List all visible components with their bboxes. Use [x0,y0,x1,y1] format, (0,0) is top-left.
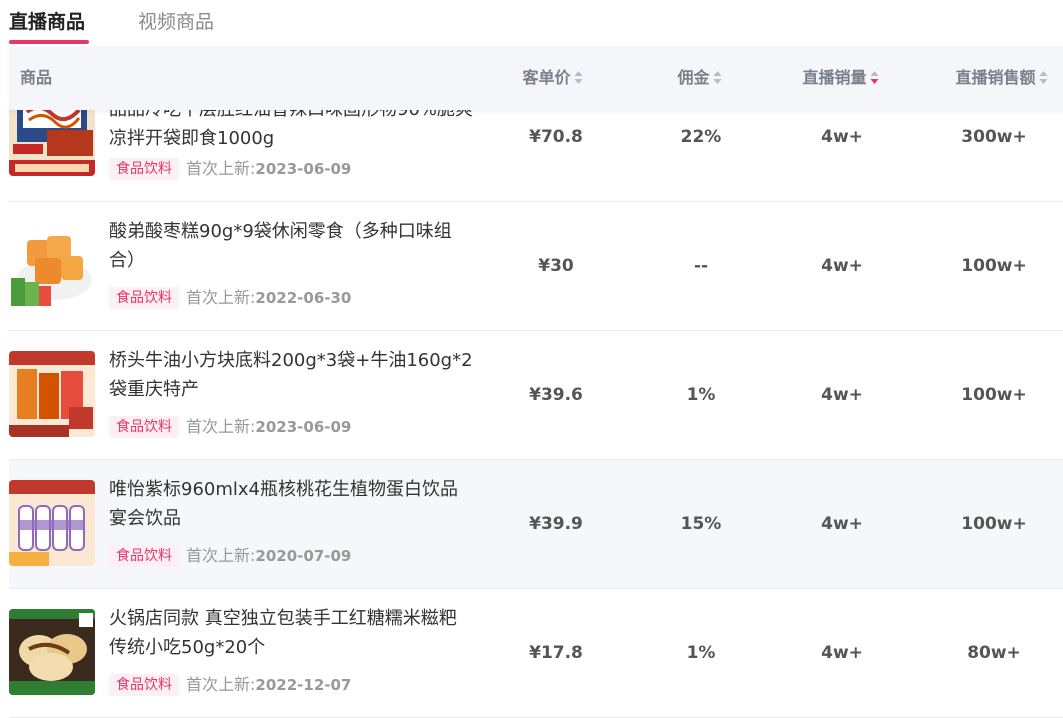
column-header-live-revenue[interactable]: 直播销售额 [955,46,1048,110]
table-row[interactable]: 酸弟酸枣糕90g*9袋休闲零食（多种口味组合） 食品饮料 首次上新:2022-06… [9,202,1063,331]
column-header-label: 佣金 [677,68,710,87]
table-row[interactable]: 火锅店同款 真空独立包装手工红糖糯米糍粑传统小吃50g*20个 食品饮料 首次上新… [9,589,1063,718]
live-revenue: 100w+ [961,385,1027,405]
active-tab-indicator [9,40,89,44]
hotpot-base-product-image[interactable] [9,351,95,437]
table-row[interactable]: 桥头牛油小方块底料200g*3袋+牛油160g*2袋重庆特产 食品饮料 首次上新:… [9,331,1063,460]
column-header-unit-price[interactable]: 客单价 [522,46,583,110]
sort-desc-active-icon[interactable] [870,71,880,85]
first-listed-date: 2022-12-07 [255,676,352,694]
sort-icon[interactable] [713,71,723,85]
first-listed-date: 2023-06-09 [255,418,352,436]
product-meta: 食品饮料 首次上新:2022-06-30 [109,287,351,309]
category-tag: 食品饮料 [109,158,179,180]
live-revenue: 80w+ [967,643,1021,663]
first-listed-label: 首次上新: [186,288,256,307]
column-header-label: 客单价 [522,68,571,87]
column-header-product: 商品 [20,68,53,87]
first-listed-label: 首次上新: [186,546,256,565]
jujube-cake-product-image[interactable] [9,222,95,308]
product-name[interactable]: 火锅店同款 真空独立包装手工红糖糯米糍粑传统小吃50g*20个 [109,604,474,662]
column-header-label: 直播销量 [802,68,867,87]
category-tag: 食品饮料 [109,416,179,438]
live-revenue: 100w+ [961,514,1027,534]
first-listed-date: 2023-06-09 [255,160,352,178]
tab-live-products[interactable]: 直播商品 [9,9,85,35]
category-tag: 食品饮料 [109,545,179,567]
product-name[interactable]: 酸弟酸枣糕90g*9袋休闲零食（多种口味组合） [109,217,474,275]
first-listed-label: 首次上新: [186,159,256,178]
table-header: 商品 客单价 佣金 直播销量 直播销售额 [9,46,1063,110]
unit-price: ¥39.9 [529,514,583,534]
product-name[interactable]: 唯怡紫标960mlx4瓶核桃花生植物蛋白饮品宴会饮品 [109,475,474,533]
product-meta: 食品饮料 首次上新:2022-12-07 [109,674,351,696]
tab-bar: 直播商品 视频商品 [0,0,1063,46]
live-sales: 4w+ [821,385,863,405]
first-listed-label: 首次上新: [186,675,256,694]
first-listed-date: 2022-06-30 [255,289,352,307]
first-listed-date: 2020-07-09 [255,547,352,565]
sort-icon[interactable] [1039,71,1049,85]
column-header-live-sales[interactable]: 直播销量 [802,46,879,110]
product-meta: 食品饮料 首次上新:2023-06-09 [109,416,351,438]
commission: 1% [686,385,716,405]
tab-video-products[interactable]: 视频商品 [138,9,214,35]
live-sales: 4w+ [821,256,863,276]
category-tag: 食品饮料 [109,674,179,696]
commission: 15% [680,514,722,534]
rice-cake-product-image[interactable] [9,609,95,695]
live-sales: 4w+ [821,643,863,663]
walnut-drink-product-image[interactable] [9,480,95,566]
live-revenue: 100w+ [961,256,1027,276]
product-meta: 食品饮料 首次上新:2020-07-09 [109,545,351,567]
first-listed-label: 首次上新: [186,417,256,436]
product-name[interactable]: 桥头牛油小方块底料200g*3袋+牛油160g*2袋重庆特产 [109,346,474,404]
live-sales: 4w+ [821,514,863,534]
commission: 1% [686,643,716,663]
column-header-label: 直播销售额 [955,68,1036,87]
table-row[interactable]: 唯怡紫标960mlx4瓶核桃花生植物蛋白饮品宴会饮品 食品饮料 首次上新:2020… [9,460,1063,589]
commission: -- [693,256,709,276]
unit-price: ¥30 [538,256,574,276]
column-header-commission[interactable]: 佣金 [677,46,722,110]
product-meta: 食品饮料 首次上新:2023-06-09 [109,158,351,180]
sort-icon[interactable] [574,71,584,85]
unit-price: ¥17.8 [529,643,583,663]
category-tag: 食品饮料 [109,287,179,309]
unit-price: ¥39.6 [529,385,583,405]
